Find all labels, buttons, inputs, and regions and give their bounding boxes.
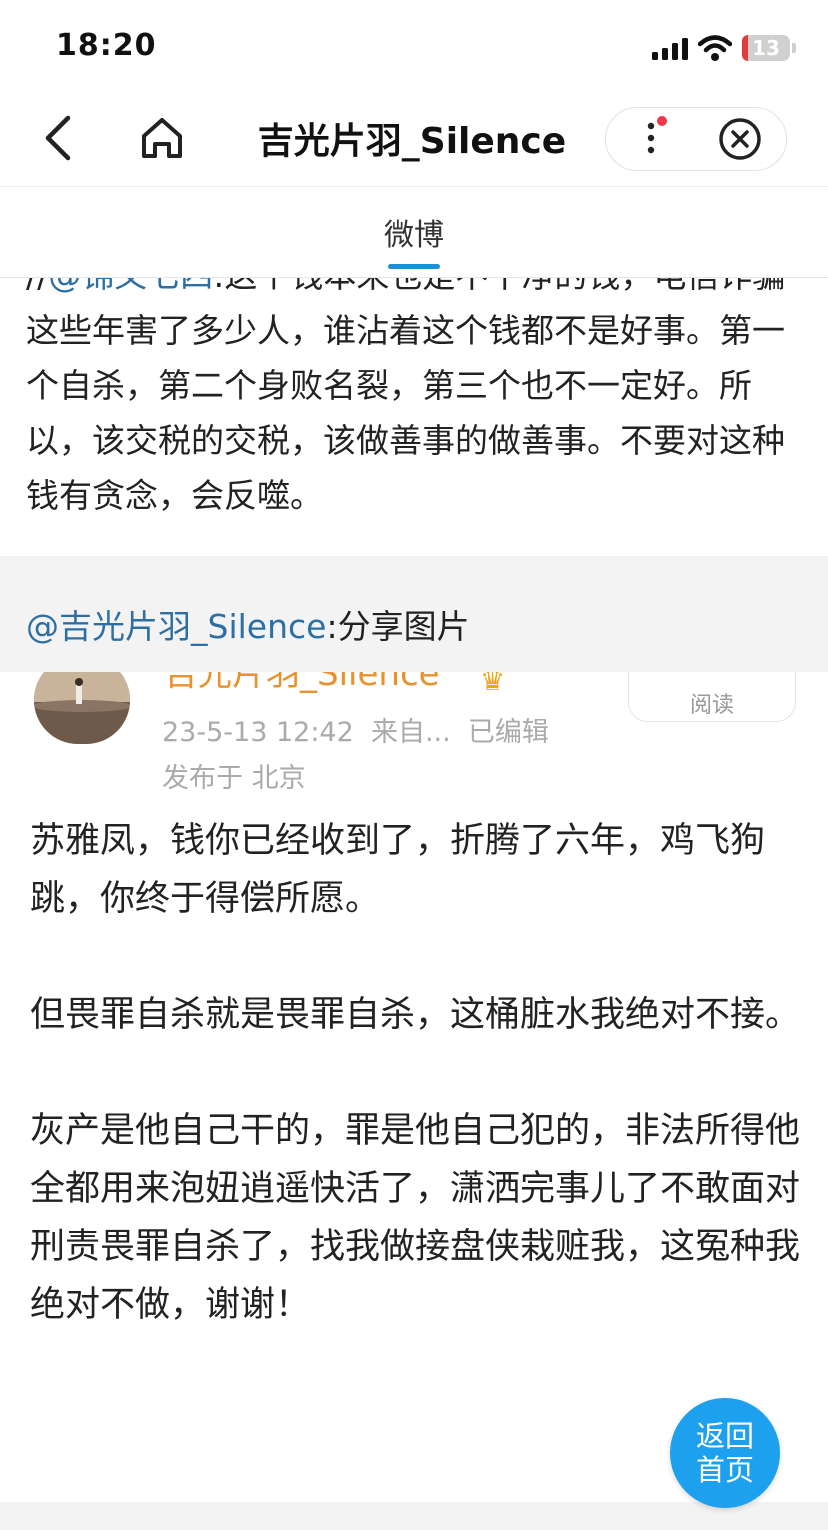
wifi-icon (698, 35, 732, 61)
post-source[interactable]: 来自... (371, 717, 451, 748)
more-options-icon[interactable] (634, 116, 668, 160)
share-text: :分享图片 (326, 607, 470, 646)
home-icon[interactable] (138, 114, 186, 162)
close-icon[interactable] (718, 117, 762, 161)
post-datetime: 23-5-13 12:42 (162, 717, 354, 748)
avatar[interactable] (34, 672, 130, 744)
back-to-home-button[interactable]: 返回 首页 (670, 1398, 780, 1508)
tab-weibo[interactable]: 微博 (360, 210, 468, 254)
mention-link[interactable]: @锦义七四 (48, 278, 213, 295)
back-to-home-line2: 首页 (695, 1453, 754, 1487)
original-post-clip: 吉光片羽_Silence ♛ 1774 阅读 23-5-13 12:42 来自.… (0, 672, 828, 1502)
tab-active-indicator (388, 264, 440, 269)
page-title: 吉光片羽_Silence (257, 121, 567, 162)
share-line: @吉光片羽_Silence:分享图片 (26, 600, 470, 648)
repost-comment: //@锦义七四:这个钱本来也是不干净的钱，电信诈骗这些年害了多少人，谁沾着这个钱… (0, 278, 828, 556)
read-count-box: 1774 阅读 (628, 672, 796, 722)
back-to-home-line1: 返回 (695, 1419, 754, 1453)
bottom-band (0, 1502, 828, 1530)
divider (0, 186, 828, 187)
edited-label[interactable]: 已编辑 (468, 717, 549, 748)
share-mention-link[interactable]: @吉光片羽_Silence (26, 607, 326, 646)
battery-tip (792, 43, 796, 53)
cellular-signal-icon (652, 38, 688, 60)
crown-icon: ♛ (480, 672, 506, 697)
battery-icon: 13 (742, 35, 790, 61)
post-meta: 23-5-13 12:42 来自... 已编辑 (162, 710, 549, 749)
battery-level: 13 (752, 36, 780, 60)
author-name[interactable]: 吉光片羽_Silence (164, 672, 440, 695)
read-label: 阅读 (689, 693, 734, 718)
status-time: 18:20 (56, 28, 157, 63)
repost-text: //@锦义七四:这个钱本来也是不干净的钱，电信诈骗这些年害了多少人，谁沾着这个钱… (26, 278, 796, 523)
repost-comment-text: :这个钱本来也是不干净的钱，电信诈骗这些年害了多少人，谁沾着这个钱都不是好事。第… (26, 278, 785, 515)
back-icon[interactable] (38, 112, 78, 164)
post-location: 发布于 北京 (162, 763, 306, 794)
post-body: 苏雅凤，钱你已经收到了，折腾了六年，鸡飞狗跳，你终于得偿所愿。 但畏罪自杀就是畏… (30, 821, 801, 1325)
avatar-image (34, 672, 130, 744)
